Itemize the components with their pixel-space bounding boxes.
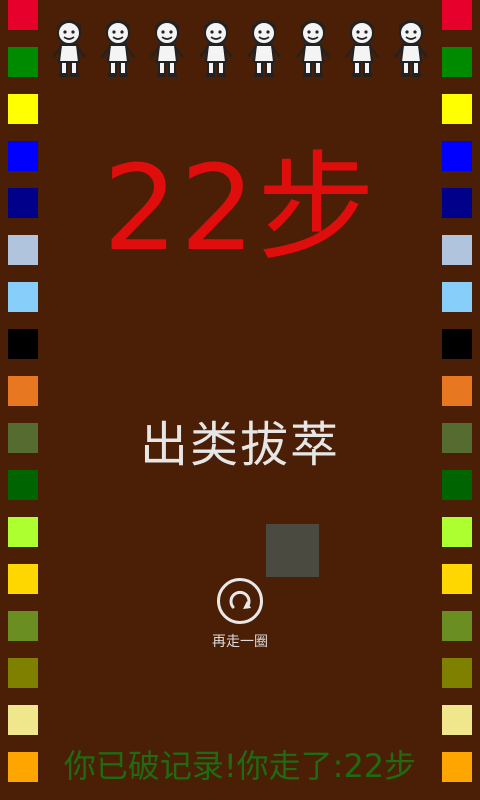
left-border-square bbox=[8, 564, 38, 594]
left-border-square bbox=[8, 94, 38, 124]
boy-bag-icon bbox=[149, 20, 184, 77]
girl-braids-icon bbox=[198, 20, 233, 77]
girl-ribbon-icon bbox=[345, 20, 380, 77]
right-border-square bbox=[442, 705, 472, 735]
right-border-square bbox=[442, 282, 472, 312]
replay-button[interactable] bbox=[216, 577, 264, 625]
replay-label[interactable]: 再走一圈 bbox=[0, 631, 480, 651]
right-border-square bbox=[442, 517, 472, 547]
gray-tile bbox=[266, 524, 319, 577]
right-border-square bbox=[442, 329, 472, 359]
left-border-square bbox=[8, 47, 38, 77]
replay-icon bbox=[217, 578, 263, 624]
boy-cap-icon bbox=[100, 20, 135, 77]
left-border-square bbox=[8, 658, 38, 688]
right-border-square bbox=[442, 47, 472, 77]
right-border-square bbox=[442, 94, 472, 124]
boy-hat-icon bbox=[393, 20, 428, 77]
boy-smile-icon bbox=[247, 20, 282, 77]
girl-bob-icon bbox=[296, 20, 331, 77]
right-border-square bbox=[442, 376, 472, 406]
boy-cap-icon bbox=[52, 20, 86, 77]
right-border-square bbox=[442, 0, 472, 30]
left-border-square bbox=[8, 705, 38, 735]
rank-title: 出类拔萃 bbox=[139, 417, 340, 473]
right-border-square bbox=[442, 658, 472, 688]
left-border-square bbox=[8, 376, 38, 406]
left-border-square bbox=[8, 517, 38, 547]
record-message: 你已破记录!你走了:22步 bbox=[63, 747, 417, 785]
step-count: 22步 bbox=[102, 139, 378, 277]
left-border-square bbox=[8, 329, 38, 359]
left-border-square bbox=[8, 0, 38, 30]
right-border-square bbox=[442, 564, 472, 594]
left-border-square bbox=[8, 282, 38, 312]
character-row bbox=[48, 14, 432, 80]
